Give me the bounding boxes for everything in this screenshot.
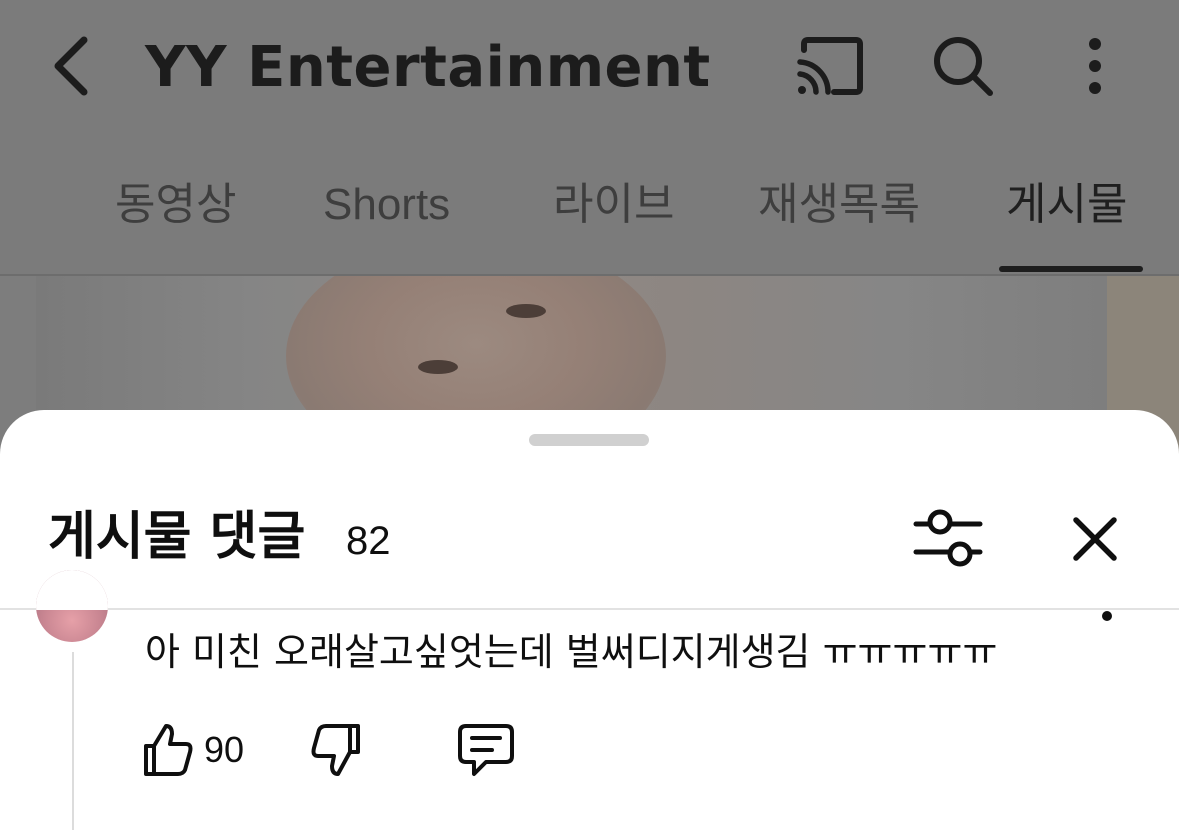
more-vertical-icon <box>1089 38 1101 94</box>
tab-live[interactable]: 라이브 <box>553 175 674 235</box>
like-count: 90 <box>204 729 245 770</box>
filter-sliders-icon <box>913 509 983 567</box>
close-button[interactable] <box>1062 506 1128 572</box>
cast-icon <box>797 37 863 95</box>
tab-playlists[interactable]: 재생목록 <box>758 175 920 235</box>
more-options-button[interactable] <box>1070 30 1120 102</box>
header-divider <box>0 608 1179 610</box>
reply-button[interactable] <box>456 722 516 778</box>
dislike-button[interactable] <box>310 722 364 778</box>
thumbs-down-icon <box>311 724 360 776</box>
cast-button[interactable] <box>790 30 870 102</box>
comment-text: 아 미친 오래살고싶엇는데 벌써디지게생김 ㅠㅠㅠㅠㅠ <box>145 630 998 674</box>
comment-count: 82 <box>346 519 391 563</box>
comment-more-button[interactable] <box>1090 606 1124 626</box>
comments-sheet: 게시물 댓글 82 아 미친 오래살고싶엇는데 벌써디지게생김 ㅠㅠㅠㅠㅠ 90 <box>0 410 1179 830</box>
post-image-detail <box>418 360 458 374</box>
thumbs-up-icon <box>144 724 193 776</box>
reply-icon <box>458 724 514 776</box>
sheet-drag-handle[interactable] <box>529 434 649 446</box>
sheet-title: 게시물 댓글 <box>48 507 306 567</box>
like-button[interactable] <box>140 722 194 778</box>
close-icon <box>1073 517 1117 561</box>
avatar-clip <box>36 570 108 610</box>
channel-tabs: 동영상 Shorts 라이브 재생목록 게시물 <box>0 140 1179 276</box>
more-icon <box>1102 611 1112 621</box>
active-tab-indicator <box>999 266 1143 272</box>
search-icon <box>934 37 993 96</box>
post-image-detail <box>506 304 546 318</box>
channel-title: YY Entertainment <box>145 35 711 100</box>
back-button[interactable] <box>40 30 100 102</box>
sort-filter-button[interactable] <box>912 506 988 572</box>
app-header: YY Entertainment <box>0 0 1179 140</box>
reply-thread-line <box>72 652 74 830</box>
avatar[interactable] <box>36 570 108 642</box>
tab-shorts[interactable]: Shorts <box>323 175 450 235</box>
search-button[interactable] <box>925 30 1001 102</box>
tab-videos[interactable]: 동영상 <box>115 175 236 235</box>
tab-posts[interactable]: 게시물 <box>1006 175 1127 235</box>
back-arrow-icon <box>54 36 88 96</box>
